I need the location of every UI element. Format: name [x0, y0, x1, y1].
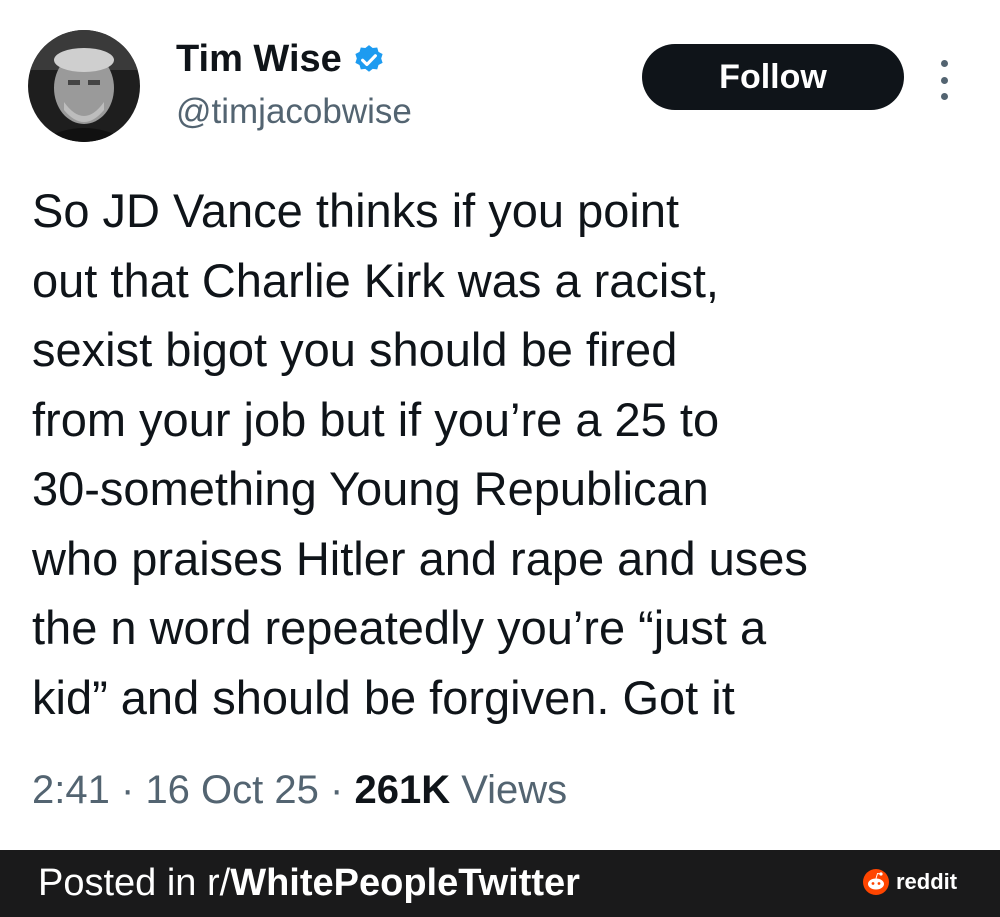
reddit-logo: reddit	[862, 868, 957, 896]
tweet-text-line: kid” and should be forgiven. Got it	[32, 670, 735, 724]
views-label: Views	[461, 768, 568, 812]
tweet-text-line: who praises Hitler and rape and uses	[32, 531, 808, 585]
tweet-text-line: sexist bigot you should be fired	[32, 323, 678, 376]
reddit-logo-icon	[863, 869, 889, 895]
author-name-text[interactable]: Tim Wise	[176, 38, 342, 81]
meta-separator: ·	[330, 768, 344, 812]
views-count: 261K	[354, 768, 451, 812]
author-handle[interactable]: @timjacobwise	[176, 92, 412, 132]
tweet-text-line: out that Charlie Kirk was a racist,	[32, 253, 719, 307]
posted-prefix: Posted in r/	[38, 862, 231, 904]
verified-badge-icon	[355, 44, 383, 72]
more-options-icon[interactable]	[932, 60, 956, 100]
tweet-text-line: the n word repeatedly you’re “just a	[32, 601, 767, 654]
more-dot	[940, 76, 948, 84]
tweet-text: So JD Vance thinks if you point out that…	[32, 176, 982, 732]
reddit-wordmark: reddit	[896, 869, 958, 894]
author-name[interactable]: Tim Wise	[176, 38, 386, 81]
meta-separator: ·	[120, 768, 135, 812]
tweet-text-line: So JD Vance thinks if you point	[32, 184, 680, 237]
avatar[interactable]	[28, 30, 140, 142]
reddit-footer-bar: Posted in r/WhitePeopleTwitter reddit	[0, 850, 1000, 917]
tweet-card: Tim Wise @timjacobwise Follow So JD Vanc…	[0, 0, 1000, 850]
tweet-date[interactable]: 16 Oct 25	[145, 768, 318, 812]
more-dot	[940, 60, 948, 67]
avatar-photo	[28, 30, 140, 142]
tweet-text-line: 30-something Young Republican	[32, 462, 709, 515]
tweet-meta: 2:41 · 16 Oct 25 · 261K Views	[32, 768, 567, 813]
tweet-time[interactable]: 2:41	[32, 768, 110, 812]
more-dot	[940, 93, 948, 100]
follow-button[interactable]: Follow	[642, 44, 904, 110]
tweet-text-line: from your job but if you’re a 25 to	[32, 392, 720, 446]
posted-in-label: Posted in r/WhitePeopleTwitter	[38, 862, 580, 905]
subreddit-name[interactable]: WhitePeopleTwitter	[230, 862, 580, 904]
